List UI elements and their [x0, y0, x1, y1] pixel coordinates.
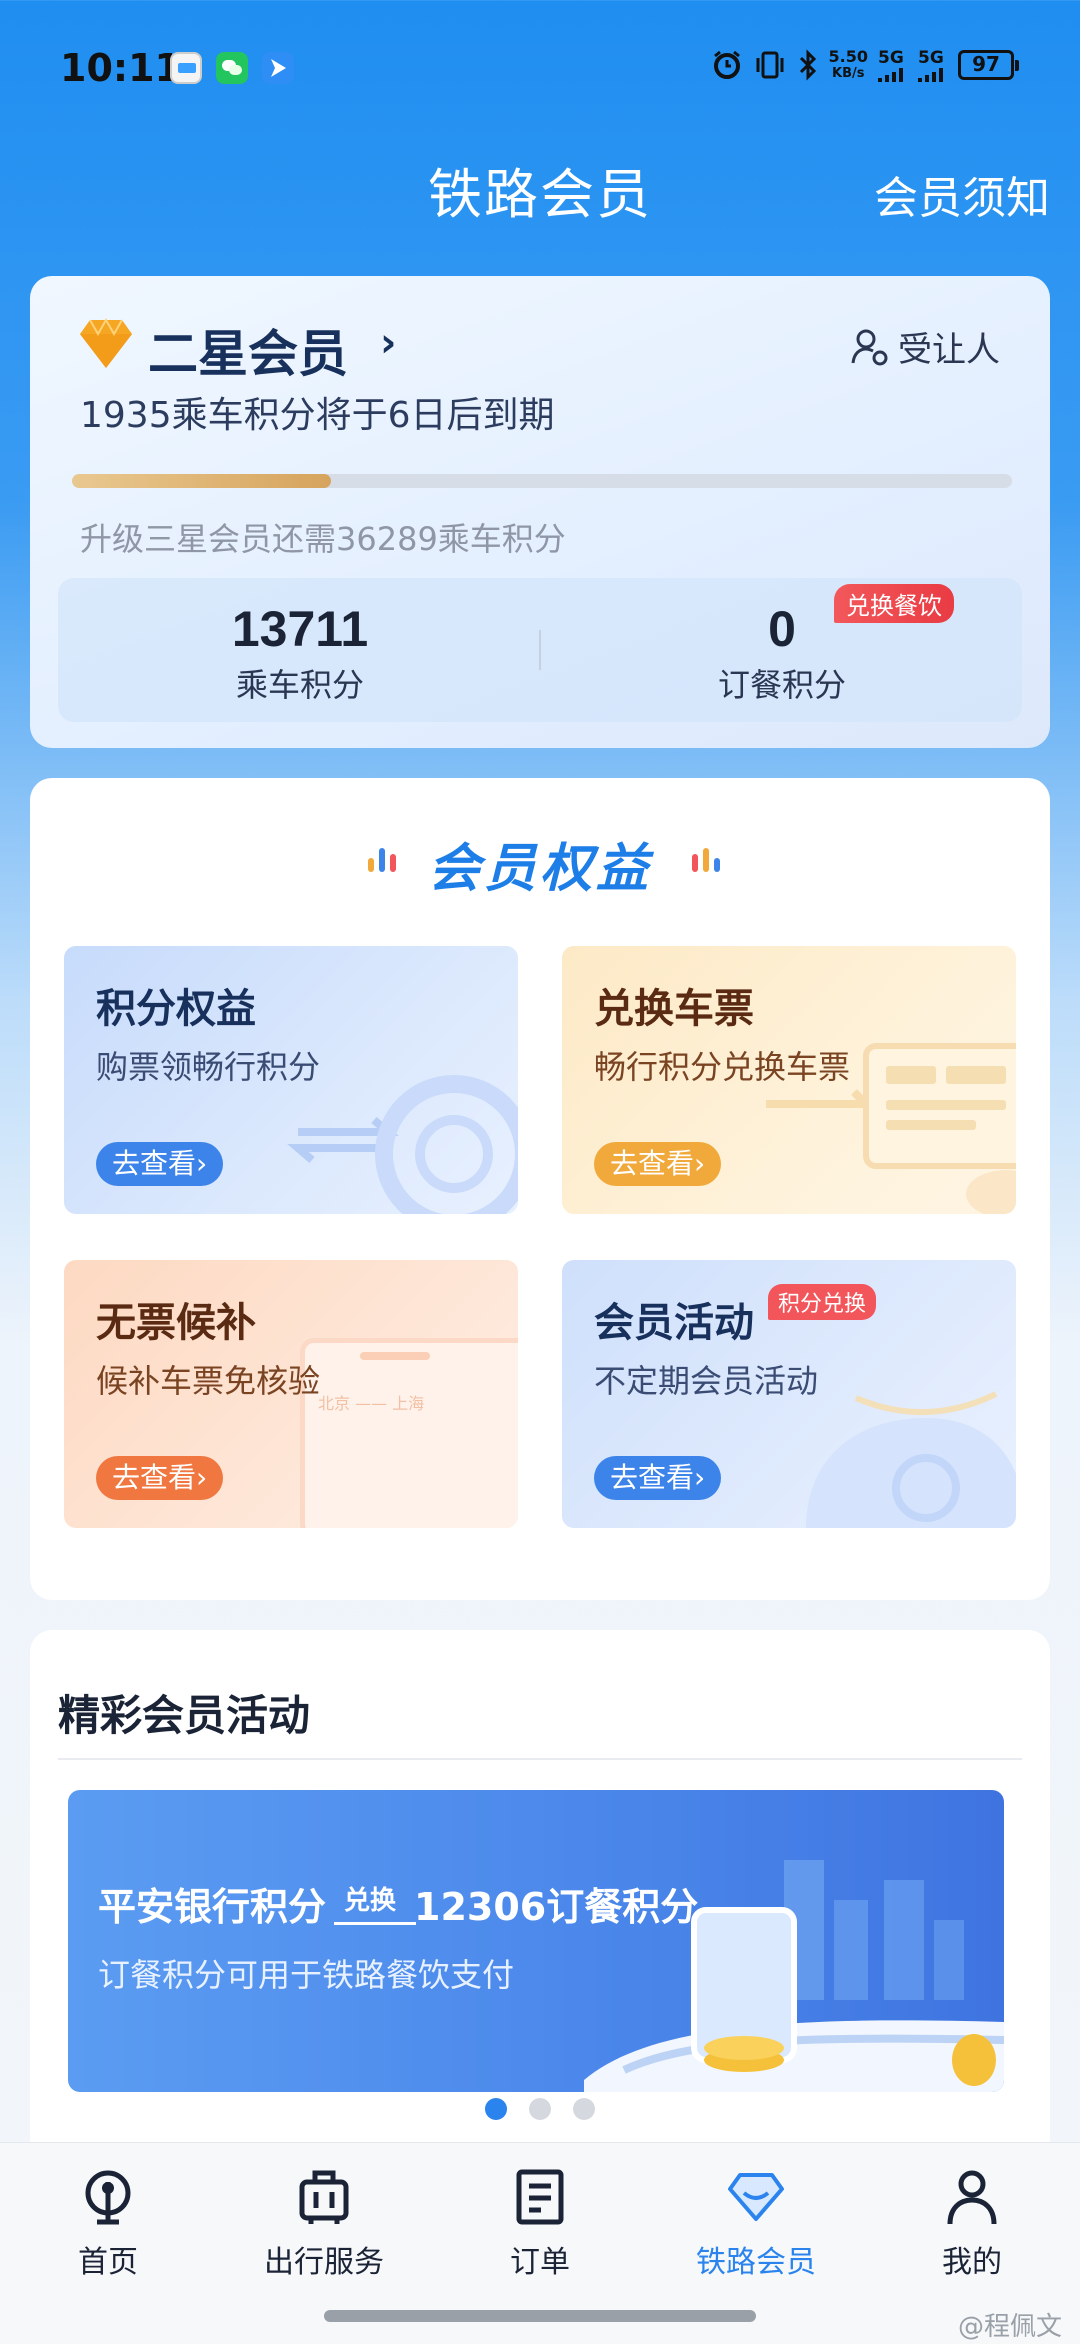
tile-title: 兑换车票 [594, 986, 754, 1032]
city-train-deco-icon [584, 1860, 1004, 2092]
level-progress-fill [72, 474, 331, 488]
carousel-dot[interactable] [573, 2098, 595, 2120]
view-button[interactable]: 去查看› [594, 1142, 722, 1186]
ride-points-value: 13711 [231, 601, 369, 657]
diamond-icon [80, 318, 132, 368]
banner-right-text: 12306订餐积分 [414, 1885, 699, 1929]
level-detail-arrow[interactable]: › [380, 320, 396, 366]
tile-subtitle: 不定期会员活动 [594, 1362, 819, 1400]
home-indicator[interactable] [324, 2310, 756, 2322]
watermark: @程佩文 [957, 2312, 1062, 2342]
tab-label: 订单 [510, 2245, 570, 2280]
member-status-card: 二星会员 › 受让人 1935乘车积分将于6日后到期 升级三星会员还需36289… [30, 276, 1050, 748]
expire-notice: 1935乘车积分将于6日后到期 [80, 395, 555, 436]
carousel-dot[interactable] [485, 2098, 507, 2120]
signal-bars-icon [878, 68, 903, 82]
member-level[interactable]: 二星会员 [148, 314, 348, 386]
view-button[interactable]: 去查看› [96, 1142, 224, 1186]
activity-banner[interactable]: 平安银行积分 兑换 12306订餐积分 订餐积分可用于铁路餐饮支付 [68, 1790, 1004, 2092]
signal-bars-icon [918, 68, 943, 82]
tile-points-benefit[interactable]: 积分权益 购票领畅行积分 去查看› [64, 946, 518, 1214]
tile-member-activity[interactable]: 会员活动 积分兑换 不定期会员活动 去查看› [562, 1260, 1016, 1528]
level-progress-bar [72, 474, 1012, 488]
luggage-icon [299, 2170, 349, 2224]
upgrade-hint: 升级三星会员还需36289乘车积分 [80, 520, 566, 558]
tab-label: 铁路会员 [696, 2245, 816, 2280]
tile-title: 无票候补 [96, 1300, 256, 1346]
wallet-app-icon [170, 52, 202, 84]
banner-subtitle: 订餐积分可用于铁路餐饮支付 [98, 1956, 515, 1994]
wechat-app-icon [216, 52, 248, 84]
carousel-indicator [30, 2098, 1050, 2120]
ride-points-label: 乘车积分 [235, 666, 364, 704]
tab-label: 出行服务 [264, 2245, 384, 2280]
tab-label: 首页 [78, 2245, 138, 2280]
meal-points-label: 订餐积分 [717, 666, 846, 704]
sim2-signal: 5G [918, 48, 948, 82]
tile-subtitle: 购票领畅行积分 [96, 1048, 321, 1086]
tile-subtitle: 候补车票免核验 [96, 1362, 321, 1400]
battery-indicator: 97 [958, 50, 1019, 80]
person-settings-icon [851, 329, 888, 365]
network-speed-value: 5.50 [828, 47, 868, 66]
status-time: 10:11 [60, 46, 181, 90]
member-notice-link[interactable]: 会员须知 [874, 162, 1050, 226]
points-divider [539, 630, 541, 670]
document-icon [516, 2169, 564, 2225]
member-benefits-section: 会员权益 积分权益 购票领畅行积分 去查看› 兑换车票 畅行积分兑换车票 去查看… [30, 778, 1050, 1600]
network-speed: 5.50 KB/s [829, 48, 868, 82]
network-speed-unit: KB/s [832, 66, 865, 81]
tile-title: 积分权益 [96, 986, 256, 1032]
title-deco-right-icon [692, 848, 720, 872]
tab-home[interactable]: 首页 [8, 2165, 208, 2281]
sim1-signal: 5G [878, 48, 908, 82]
tab-railway-member[interactable]: 铁路会员 [656, 2165, 856, 2281]
alarm-icon [713, 50, 740, 79]
points-exchange-badge: 积分兑换 [768, 1284, 877, 1320]
sim1-label: 5G [878, 48, 904, 68]
person-icon [947, 2170, 997, 2225]
tab-label: 我的 [942, 2245, 1002, 2280]
banner-exchange-text: 兑换 [334, 1880, 417, 1927]
vibrate-icon [756, 51, 784, 79]
carousel-dot[interactable] [529, 2098, 551, 2120]
railway-logo-icon [85, 2170, 131, 2225]
paper-plane-app-icon [262, 52, 294, 84]
sim2-label: 5G [918, 48, 944, 68]
section-divider [58, 1758, 1022, 1760]
banner-headline: 平安银行积分 兑换 12306订餐积分 [98, 1876, 698, 1931]
deco-route-text: 北京 —— 上海 [318, 1394, 425, 1413]
transferee-button[interactable]: 受让人 [850, 322, 1000, 371]
activities-title: 精彩会员活动 [58, 1691, 311, 1740]
tab-mine[interactable]: 我的 [872, 2165, 1072, 2281]
view-button[interactable]: 去查看› [594, 1456, 722, 1500]
exchange-meal-badge[interactable]: 兑换餐饮 [834, 584, 954, 623]
transferee-label: 受让人 [898, 330, 1000, 370]
view-button[interactable]: 去查看› [96, 1456, 224, 1500]
status-notification-icons [170, 52, 294, 84]
train-ticket-deco-icon: 北京 —— 上海 [288, 1338, 518, 1528]
bluetooth-icon [799, 49, 816, 81]
status-bar: 10:11 5.50 KB/s 5G 5G 97 [0, 0, 1080, 130]
ride-points[interactable]: 13711 乘车积分 [150, 600, 450, 706]
tile-title: 会员活动 [594, 1300, 754, 1346]
tile-exchange-ticket[interactable]: 兑换车票 畅行积分兑换车票 去查看› [562, 946, 1016, 1214]
tab-orders[interactable]: 订单 [440, 2165, 640, 2281]
diamond-icon [728, 2173, 784, 2221]
status-indicators: 5.50 KB/s 5G 5G 97 [711, 48, 1019, 82]
points-summary: 13711 乘车积分 0 订餐积分 兑换餐饮 [58, 578, 1022, 722]
banner-left-text: 平安银行积分 [98, 1885, 327, 1929]
benefits-title: 会员权益 [427, 839, 652, 899]
tile-subtitle: 畅行积分兑换车票 [594, 1048, 851, 1086]
tile-waitlist[interactable]: 北京 —— 上海 无票候补 候补车票免核验 去查看› [64, 1260, 518, 1528]
tab-travel-service[interactable]: 出行服务 [224, 2165, 424, 2281]
